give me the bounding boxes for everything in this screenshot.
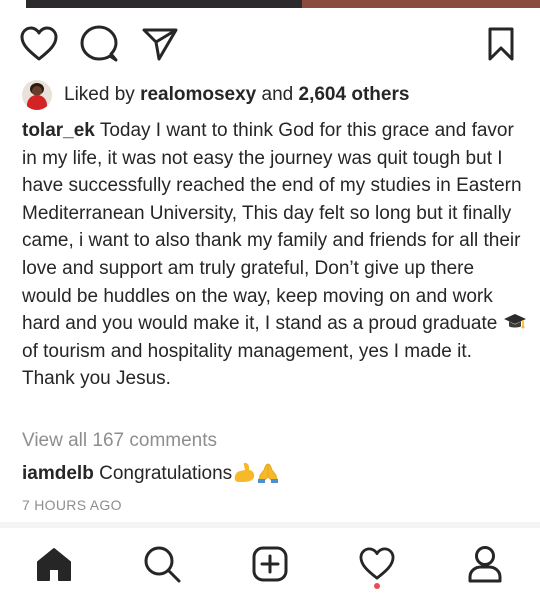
comment-item: iamdelb Congratulations bbox=[22, 461, 280, 485]
nav-new-post[interactable] bbox=[248, 542, 292, 586]
caption-text-part1: Today I want to think God for this grace… bbox=[22, 120, 522, 335]
comment-username[interactable]: iamdelb bbox=[22, 463, 94, 484]
caption-username[interactable]: tolar_ek bbox=[22, 120, 95, 141]
caption-text-part2: of tourism and hospitality management, y… bbox=[22, 340, 472, 390]
new-post-icon bbox=[252, 546, 288, 582]
likes-prefix: Liked by bbox=[64, 84, 135, 105]
search-icon bbox=[144, 546, 181, 583]
nav-profile[interactable] bbox=[463, 542, 507, 586]
save-button[interactable] bbox=[481, 24, 521, 64]
like-button[interactable] bbox=[19, 24, 59, 64]
activity-notification-dot bbox=[374, 583, 380, 589]
view-all-comments-link[interactable]: View all 167 comments bbox=[22, 430, 217, 452]
comment-button[interactable] bbox=[79, 24, 119, 64]
flexed-biceps-emoji bbox=[234, 462, 255, 482]
post-image-dark-area bbox=[26, 0, 302, 8]
likes-joiner: and bbox=[261, 84, 294, 105]
nav-home[interactable] bbox=[32, 542, 76, 586]
graduation-cap-emoji bbox=[503, 314, 526, 329]
bookmark-icon bbox=[488, 27, 514, 61]
post-caption: tolar_ek Today I want to think God for t… bbox=[22, 117, 527, 393]
share-button[interactable] bbox=[140, 24, 180, 64]
activity-icon bbox=[359, 547, 395, 580]
liker-avatar[interactable] bbox=[22, 80, 52, 110]
bottom-navigation-bar bbox=[0, 528, 540, 599]
post-timestamp: 7 HOURS AGO bbox=[22, 497, 122, 513]
likes-summary[interactable]: Liked by realomosexy and 2,604 others bbox=[22, 80, 409, 110]
post-image-brick-area bbox=[302, 0, 540, 8]
comment-text: Congratulations bbox=[99, 463, 233, 484]
likes-count[interactable]: 2,604 others bbox=[299, 84, 410, 105]
home-icon bbox=[37, 548, 71, 581]
nav-activity[interactable] bbox=[355, 542, 399, 586]
heart-icon bbox=[20, 26, 58, 61]
folded-hands-emoji bbox=[258, 463, 279, 483]
liker-username[interactable]: realomosexy bbox=[140, 84, 256, 105]
profile-icon bbox=[468, 546, 502, 583]
post-image[interactable] bbox=[0, 0, 540, 8]
nav-search[interactable] bbox=[140, 542, 184, 586]
likes-text: Liked by realomosexy and 2,604 others bbox=[64, 84, 409, 106]
share-icon bbox=[142, 28, 178, 61]
post-action-bar bbox=[0, 24, 540, 64]
comment-icon bbox=[80, 25, 118, 62]
